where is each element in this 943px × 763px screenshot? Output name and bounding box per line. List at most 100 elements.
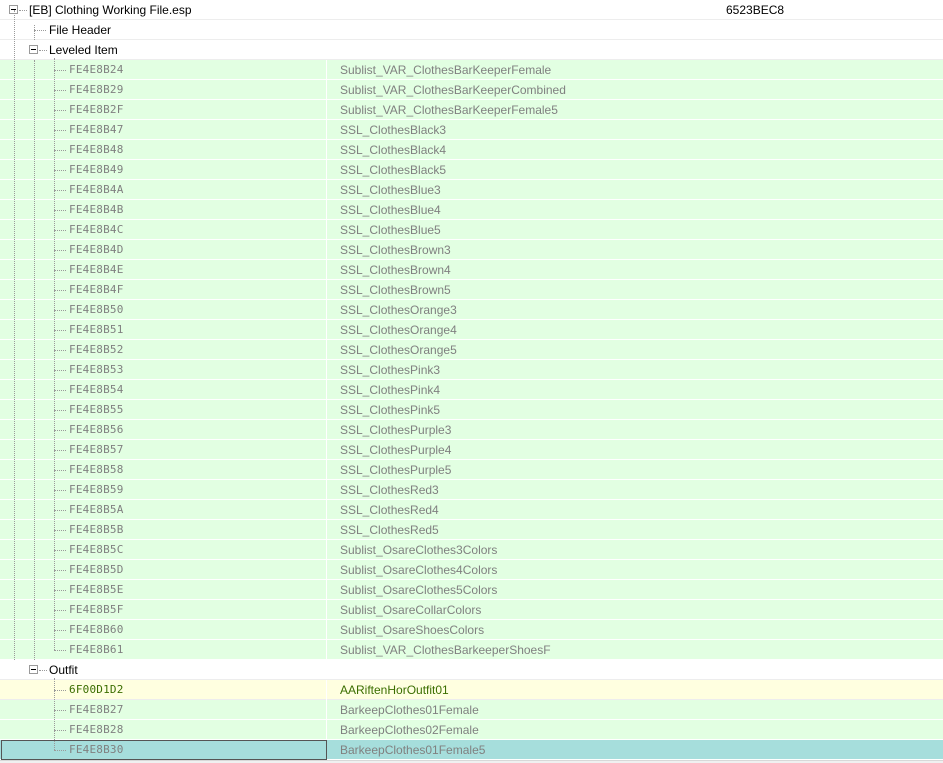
form-id: FE4E8B4D (69, 243, 124, 256)
form-id: FE4E8B57 (69, 443, 124, 456)
plugin-name: [EB] Clothing Working File.esp (29, 3, 192, 17)
editor-id: Sublist_OsareShoesColors (340, 623, 485, 637)
table-row[interactable]: FE4E8B49 SSL_ClothesBlack5 (0, 160, 943, 180)
editor-id: SSL_ClothesRed5 (340, 523, 439, 537)
editor-id: Sublist_OsareClothes5Colors (340, 583, 498, 597)
table-row[interactable]: FE4E8B58 SSL_ClothesPurple5 (0, 460, 943, 480)
table-row[interactable]: FE4E8B51 SSL_ClothesOrange4 (0, 320, 943, 340)
table-row[interactable]: FE4E8B53 SSL_ClothesPink3 (0, 360, 943, 380)
editor-id: SSL_ClothesOrange4 (340, 323, 457, 337)
table-row[interactable]: FE4E8B28 BarkeepClothes02Female (0, 720, 943, 740)
form-id: FE4E8B24 (69, 63, 124, 76)
editor-id: SSL_ClothesPurple3 (340, 423, 452, 437)
form-id: FE4E8B5E (69, 583, 124, 596)
table-row[interactable]: FE4E8B4C SSL_ClothesBlue5 (0, 220, 943, 240)
table-row[interactable]: FE4E8B5F Sublist_OsareCollarColors (0, 600, 943, 620)
form-id: FE4E8B28 (69, 723, 124, 736)
table-row[interactable]: FE4E8B59 SSL_ClothesRed3 (0, 480, 943, 500)
form-id: FE4E8B53 (69, 363, 124, 376)
editor-id: SSL_ClothesPink5 (340, 403, 441, 417)
leveled-item-label: Leveled Item (49, 43, 118, 57)
table-row[interactable]: FE4E8B5D Sublist_OsareClothes4Colors (0, 560, 943, 580)
form-id: FE4E8B27 (69, 703, 124, 716)
editor-id: SSL_ClothesPink3 (340, 363, 441, 377)
table-row[interactable]: FE4E8B5A SSL_ClothesRed4 (0, 500, 943, 520)
editor-id: SSL_ClothesBlack4 (340, 143, 447, 157)
table-row[interactable]: FE4E8B56 SSL_ClothesPurple3 (0, 420, 943, 440)
form-id: FE4E8B48 (69, 143, 124, 156)
editor-id: SSL_ClothesOrange5 (340, 343, 457, 357)
form-id: FE4E8B4B (69, 203, 124, 216)
table-row[interactable]: FE4E8B47 SSL_ClothesBlack3 (0, 120, 943, 140)
table-row[interactable]: FE4E8B30 BarkeepClothes01Female5 (0, 740, 943, 760)
editor-id: SSL_ClothesRed3 (340, 483, 439, 497)
form-id: FE4E8B4E (69, 263, 124, 276)
table-row[interactable]: FE4E8B57 SSL_ClothesPurple4 (0, 440, 943, 460)
form-id: FE4E8B4A (69, 183, 124, 196)
form-id: FE4E8B4C (69, 223, 124, 236)
table-row[interactable]: FE4E8B5C Sublist_OsareClothes3Colors (0, 540, 943, 560)
editor-id: SSL_ClothesBlue3 (340, 183, 441, 197)
tree-row-outfit-group[interactable]: Outfit (0, 660, 943, 680)
editor-id: Sublist_OsareClothes4Colors (340, 563, 498, 577)
editor-id: SSL_ClothesPink4 (340, 383, 441, 397)
editor-id: BarkeepClothes01Female5 (340, 743, 486, 757)
form-id: FE4E8B47 (69, 123, 124, 136)
table-row[interactable]: FE4E8B4F SSL_ClothesBrown5 (0, 280, 943, 300)
table-row[interactable]: FE4E8B52 SSL_ClothesOrange5 (0, 340, 943, 360)
table-row[interactable]: FE4E8B4E SSL_ClothesBrown4 (0, 260, 943, 280)
editor-id: SSL_ClothesPurple4 (340, 443, 452, 457)
form-id: FE4E8B52 (69, 343, 124, 356)
editor-id: SSL_ClothesOrange3 (340, 303, 457, 317)
table-row[interactable]: FE4E8B2F Sublist_VAR_ClothesBarKeeperFema… (0, 100, 943, 120)
table-row[interactable]: FE4E8B4D SSL_ClothesBrown3 (0, 240, 943, 260)
plugin-crc: 6523BEC8 (726, 3, 785, 17)
editor-id: AARiftenHorOutfit01 (340, 683, 449, 697)
editor-id: Sublist_VAR_ClothesBarKeeperFemale (340, 63, 552, 77)
table-row[interactable]: FE4E8B5B SSL_ClothesRed5 (0, 520, 943, 540)
form-id: FE4E8B50 (69, 303, 124, 316)
editor-id: SSL_ClothesBrown4 (340, 263, 451, 277)
collapse-icon[interactable] (29, 45, 38, 54)
table-row[interactable]: FE4E8B61 Sublist_VAR_ClothesBarkeeperShoe… (0, 640, 943, 660)
table-row[interactable]: FE4E8B24 Sublist_VAR_ClothesBarKeeperFema… (0, 60, 943, 80)
table-row[interactable]: FE4E8B29 Sublist_VAR_ClothesBarKeeperComb… (0, 80, 943, 100)
form-id: FE4E8B51 (69, 323, 124, 336)
form-id: FE4E8B2F (69, 103, 124, 116)
form-id: FE4E8B56 (69, 423, 124, 436)
table-row[interactable]: FE4E8B27 BarkeepClothes01Female (0, 700, 943, 720)
table-row[interactable]: FE4E8B4B SSL_ClothesBlue4 (0, 200, 943, 220)
record-tree: [EB] Clothing Working File.esp 6523BEC8 … (0, 0, 943, 760)
table-row[interactable]: FE4E8B48 SSL_ClothesBlack4 (0, 140, 943, 160)
table-row[interactable]: FE4E8B55 SSL_ClothesPink5 (0, 400, 943, 420)
editor-id: SSL_ClothesPurple5 (340, 463, 452, 477)
form-id: FE4E8B58 (69, 463, 124, 476)
editor-id: BarkeepClothes01Female (340, 703, 479, 717)
editor-id: Sublist_VAR_ClothesBarKeeperCombined (340, 83, 566, 97)
editor-id: SSL_ClothesBlack5 (340, 163, 447, 177)
form-id: FE4E8B61 (69, 643, 124, 656)
collapse-icon[interactable] (29, 665, 38, 674)
table-row[interactable]: FE4E8B5E Sublist_OsareClothes5Colors (0, 580, 943, 600)
form-id: FE4E8B4F (69, 283, 124, 296)
editor-id: SSL_ClothesBrown5 (340, 283, 451, 297)
file-header-label: File Header (49, 23, 112, 37)
form-id: FE4E8B5B (69, 523, 124, 536)
form-id: FE4E8B49 (69, 163, 124, 176)
form-id: FE4E8B55 (69, 403, 124, 416)
tree-row-leveled-item-group[interactable]: Leveled Item (0, 40, 943, 60)
tree-row-plugin[interactable]: [EB] Clothing Working File.esp 6523BEC8 (0, 0, 943, 20)
tree-row-file-header[interactable]: File Header (0, 20, 943, 40)
outfit-label: Outfit (49, 663, 78, 677)
editor-id: SSL_ClothesRed4 (340, 503, 439, 517)
form-id: FE4E8B5C (69, 543, 124, 556)
table-row[interactable]: FE4E8B50 SSL_ClothesOrange3 (0, 300, 943, 320)
editor-id: Sublist_OsareClothes3Colors (340, 543, 498, 557)
editor-id: SSL_ClothesBlue4 (340, 203, 441, 217)
form-id: FE4E8B59 (69, 483, 124, 496)
table-row[interactable]: 6F00D1D2 AARiftenHorOutfit01 (0, 680, 943, 700)
form-id: FE4E8B54 (69, 383, 124, 396)
table-row[interactable]: FE4E8B54 SSL_ClothesPink4 (0, 380, 943, 400)
table-row[interactable]: FE4E8B60 Sublist_OsareShoesColors (0, 620, 943, 640)
table-row[interactable]: FE4E8B4A SSL_ClothesBlue3 (0, 180, 943, 200)
